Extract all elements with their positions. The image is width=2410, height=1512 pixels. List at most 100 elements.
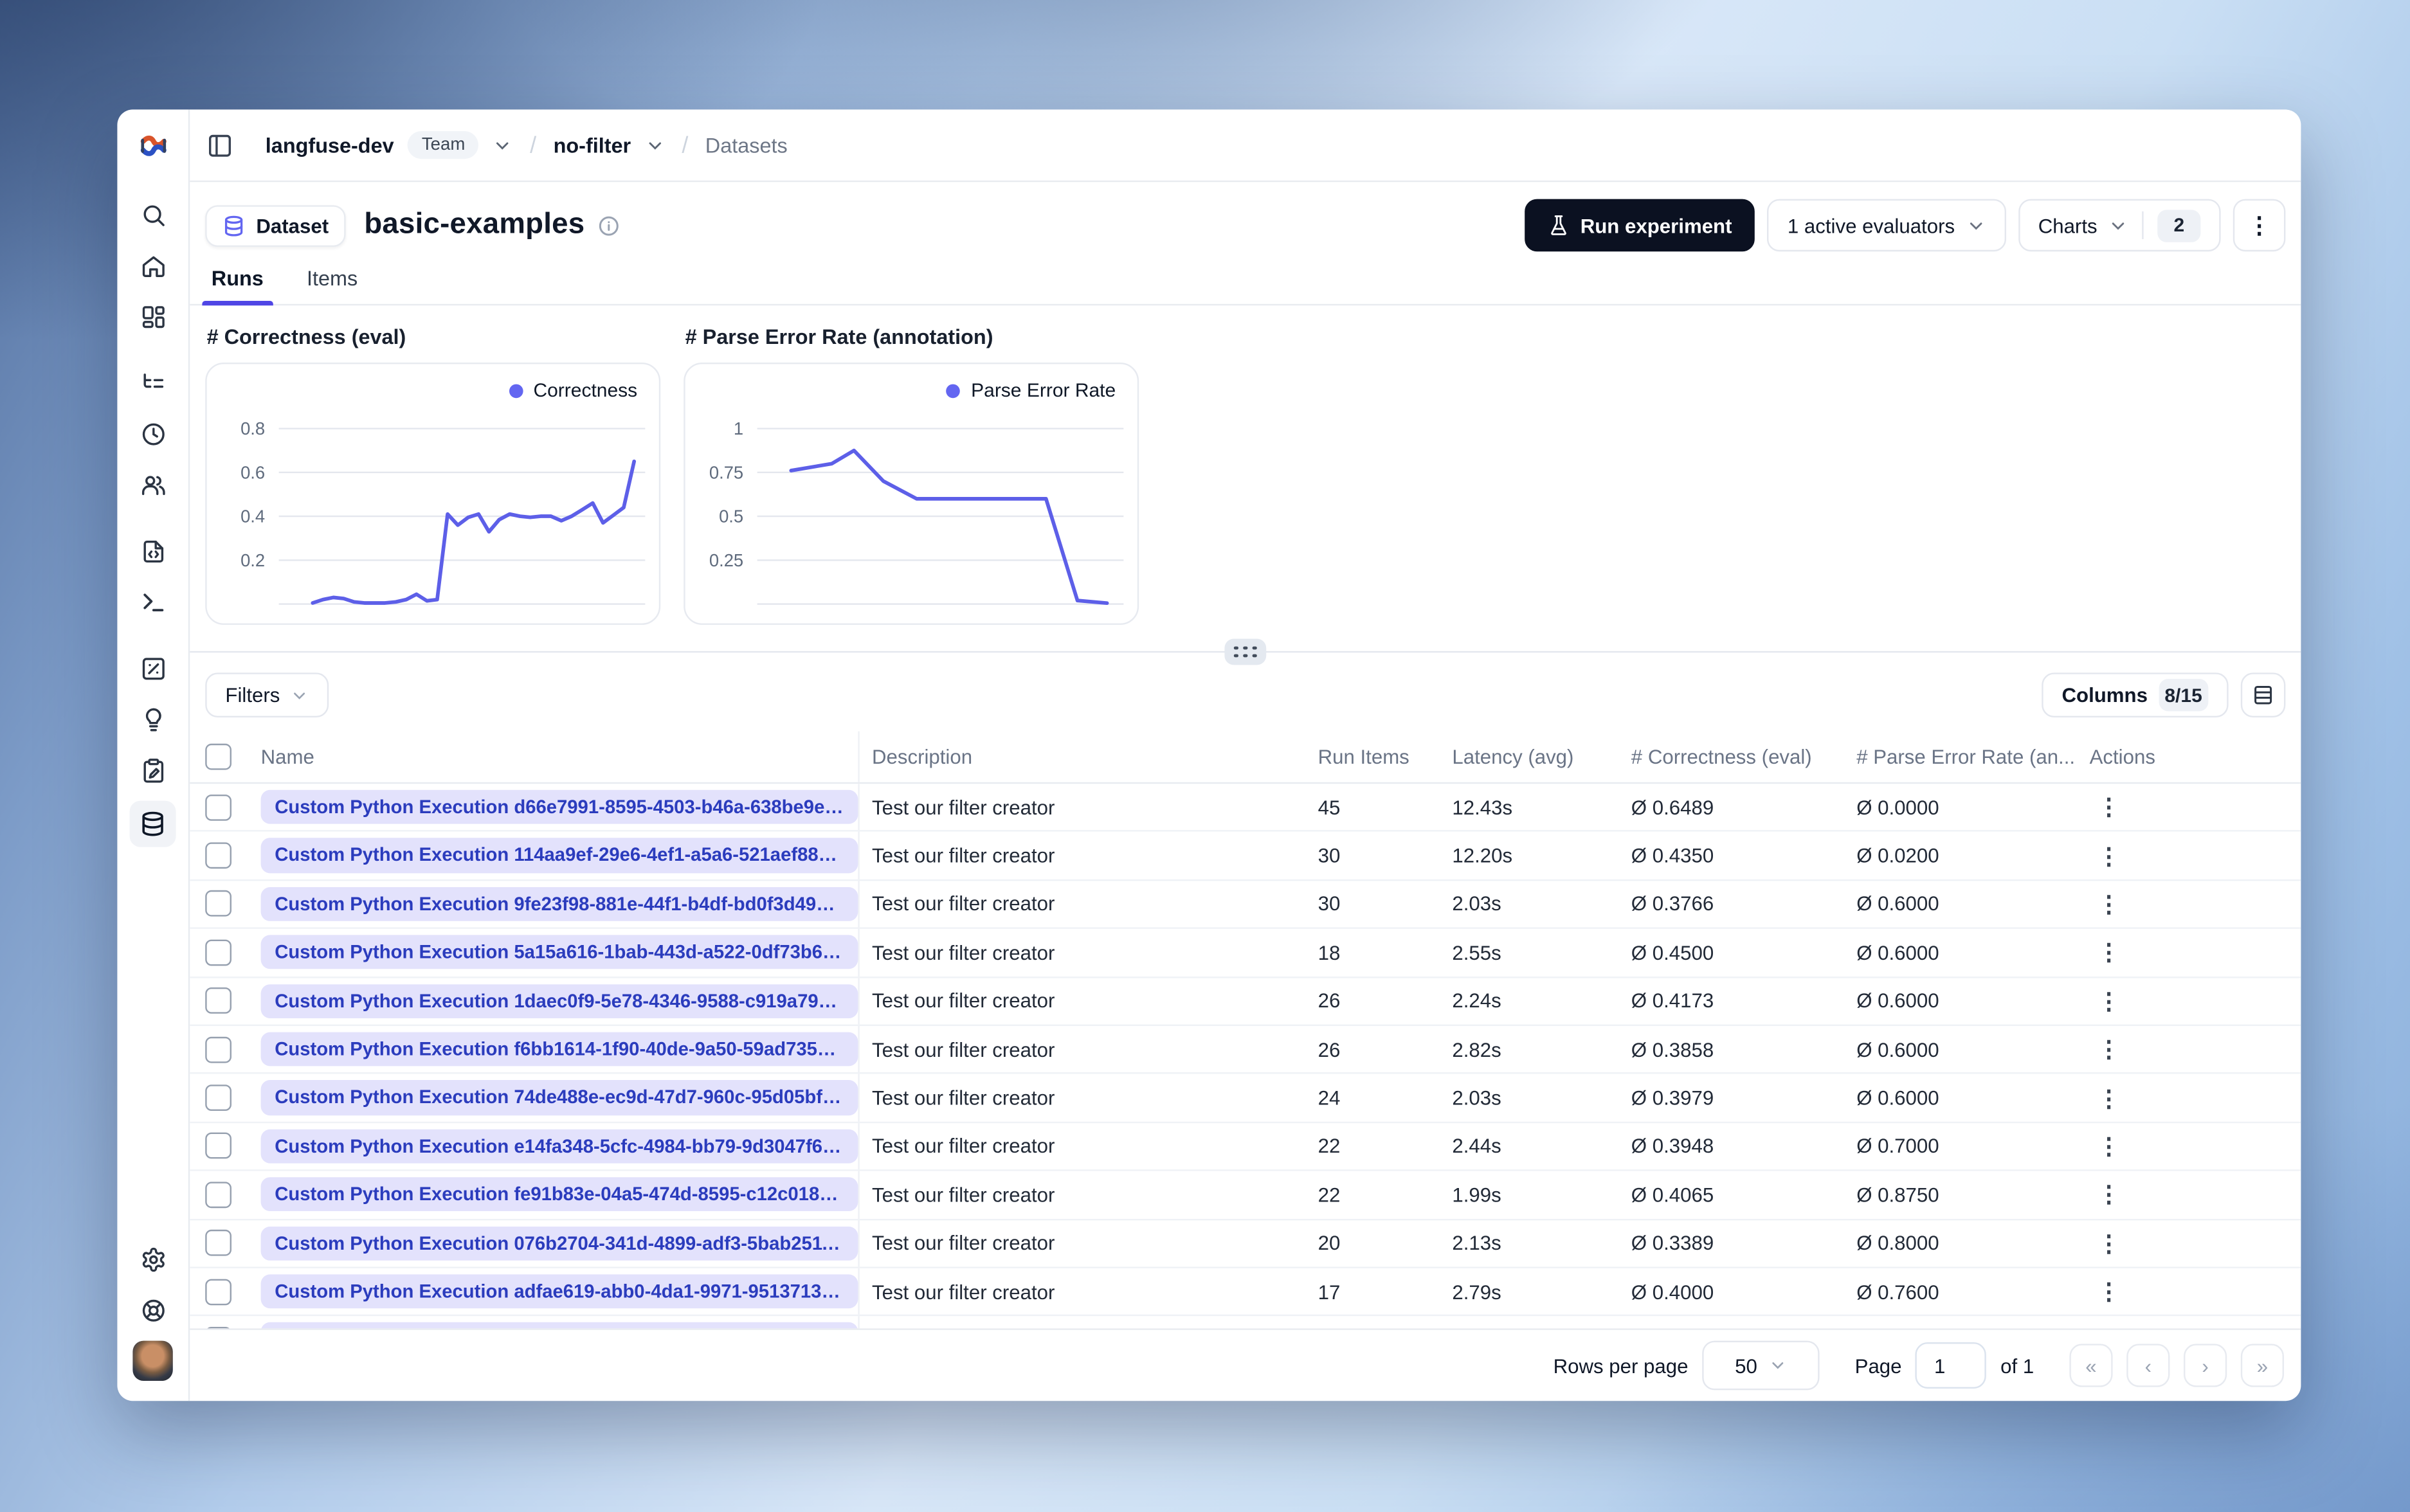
dataset-entity-pill: Dataset xyxy=(205,204,346,246)
run-description: Test our filter creator xyxy=(872,795,1055,819)
row-checkbox[interactable] xyxy=(205,842,231,869)
table-row[interactable]: Custom Python Execution fe91b83e-04a5-47… xyxy=(190,1171,2301,1220)
run-description: Test our filter creator xyxy=(872,843,1055,867)
last-page-button[interactable]: » xyxy=(2240,1344,2285,1387)
page-number-input[interactable] xyxy=(1916,1342,1987,1389)
project-name[interactable]: no-filter xyxy=(554,134,631,157)
prompts-icon[interactable] xyxy=(132,531,172,571)
columns-button[interactable]: Columns 8/15 xyxy=(2042,672,2229,717)
table-row[interactable]: Custom Python Execution 9fe23f98-881e-44… xyxy=(190,880,2301,930)
tab-items[interactable]: Items xyxy=(304,259,361,304)
run-name-link[interactable]: Custom Python Execution 9fe23f98-881e-44… xyxy=(260,887,858,921)
row-checkbox[interactable] xyxy=(205,1036,231,1063)
run-name-link[interactable]: Custom Python Execution 5a15a616-1bab-44… xyxy=(260,935,858,970)
table-row[interactable]: Custom Python Execution 1daec0f9-5e78-43… xyxy=(190,977,2301,1026)
table-row[interactable]: Custom Python Execution 5a15a616-1bab-44… xyxy=(190,929,2301,978)
resize-drag-handle[interactable] xyxy=(1224,638,1267,665)
row-checkbox[interactable] xyxy=(205,939,231,966)
row-actions-menu[interactable]: ⋮ xyxy=(2083,1178,2134,1212)
row-checkbox[interactable] xyxy=(205,1181,231,1208)
run-name-link[interactable]: Custom Python Execution 1daec0f9-5e78-43… xyxy=(260,984,858,1018)
row-actions-menu[interactable]: ⋮ xyxy=(2083,935,2134,969)
table-row[interactable]: Custom Python Execution 076b2704-341d-48… xyxy=(190,1220,2301,1268)
table-row[interactable]: Custom Python Execution 114aa9ef-29e6-4e… xyxy=(190,832,2301,881)
row-checkbox[interactable] xyxy=(205,1278,231,1305)
row-checkbox[interactable] xyxy=(205,1084,231,1112)
latency-value: 2.82s xyxy=(1452,1038,1501,1061)
active-evaluators-button[interactable]: 1 active evaluators xyxy=(1767,199,2006,252)
playground-icon[interactable] xyxy=(132,582,172,622)
row-actions-menu[interactable]: ⋮ xyxy=(2083,839,2134,873)
page-actions-menu[interactable]: ⋮ xyxy=(2233,199,2286,252)
app-window: langfuse-dev Team / no-filter / Datasets xyxy=(117,109,2301,1401)
sidebar-toggle-icon[interactable] xyxy=(207,132,233,158)
row-actions-menu[interactable]: ⋮ xyxy=(2083,1081,2134,1115)
row-checkbox[interactable] xyxy=(205,890,231,917)
row-actions-menu[interactable]: ⋮ xyxy=(2083,1275,2134,1309)
table-header-row: Name Description Run Items Latency (avg)… xyxy=(190,731,2301,784)
run-name-link[interactable]: Custom Python Execution d66e7991-8595-45… xyxy=(260,790,858,825)
chevron-down-icon[interactable] xyxy=(493,135,513,155)
run-name-link[interactable]: Custom Python Execution 114aa9ef-29e6-4e… xyxy=(260,838,858,873)
row-actions-menu[interactable]: ⋮ xyxy=(2083,887,2134,921)
scores-icon[interactable] xyxy=(132,648,172,688)
run-name-link[interactable]: Custom Python Execution 371f531c-abff-4d… xyxy=(260,1322,858,1329)
users-icon[interactable] xyxy=(132,464,172,504)
info-icon[interactable] xyxy=(597,213,621,237)
latency-value: 1.99s xyxy=(1452,1183,1501,1207)
settings-icon[interactable] xyxy=(132,1239,172,1279)
table-row[interactable]: Custom Python Execution d66e7991-8595-45… xyxy=(190,784,2301,833)
run-experiment-button[interactable]: Run experiment xyxy=(1525,199,1755,252)
run-name-link[interactable]: Custom Python Execution 74de488e-ec9d-47… xyxy=(260,1081,858,1115)
first-page-button[interactable]: « xyxy=(2069,1344,2113,1387)
run-name-link[interactable]: Custom Python Execution 076b2704-341d-48… xyxy=(260,1226,858,1261)
row-actions-menu[interactable]: ⋮ xyxy=(2083,790,2134,824)
tab-runs[interactable]: Runs xyxy=(202,259,273,306)
table-row[interactable]: Custom Python Execution 371f531c-abff-4d… xyxy=(190,1316,2301,1329)
row-checkbox[interactable] xyxy=(205,987,231,1014)
row-checkbox[interactable] xyxy=(205,794,231,821)
filters-button[interactable]: Filters xyxy=(205,672,330,717)
charts-toggle-button[interactable]: Charts 2 xyxy=(2018,199,2221,252)
chevron-down-icon[interactable] xyxy=(645,135,665,155)
row-height-button[interactable] xyxy=(2240,672,2286,717)
run-name-link[interactable]: Custom Python Execution fe91b83e-04a5-47… xyxy=(260,1177,858,1212)
row-actions-menu[interactable]: ⋮ xyxy=(2083,1226,2134,1260)
run-items-value: 30 xyxy=(1318,843,1341,867)
annotation-icon[interactable] xyxy=(132,750,172,789)
run-description: Test our filter creator xyxy=(872,892,1055,916)
dashboard-icon[interactable] xyxy=(132,296,172,336)
select-all-checkbox[interactable] xyxy=(205,743,231,770)
sessions-icon[interactable] xyxy=(132,413,172,453)
tracing-icon[interactable] xyxy=(132,363,172,402)
table-row[interactable]: Custom Python Execution f6bb1614-1f90-40… xyxy=(190,1025,2301,1075)
langfuse-logo-icon[interactable] xyxy=(134,127,172,165)
row-actions-menu[interactable]: ⋮ xyxy=(2083,1323,2134,1328)
row-actions-menu[interactable]: ⋮ xyxy=(2083,984,2134,1018)
table-row[interactable]: Custom Python Execution 74de488e-ec9d-47… xyxy=(190,1074,2301,1123)
user-avatar[interactable] xyxy=(132,1340,173,1381)
correctness-value: Ø 0.3979 xyxy=(1631,1086,1714,1110)
row-checkbox[interactable] xyxy=(205,1133,231,1160)
row-height-icon xyxy=(2254,685,2272,705)
support-icon[interactable] xyxy=(132,1290,172,1329)
table-row[interactable]: Custom Python Execution adfae619-abb0-4d… xyxy=(190,1268,2301,1317)
org-name[interactable]: langfuse-dev xyxy=(266,134,394,157)
home-icon[interactable] xyxy=(132,246,172,285)
datasets-icon[interactable] xyxy=(129,800,176,847)
correctness-value: Ø 0.6489 xyxy=(1631,795,1714,819)
run-name-link[interactable]: Custom Python Execution f6bb1614-1f90-40… xyxy=(260,1032,858,1067)
row-actions-menu[interactable]: ⋮ xyxy=(2083,1032,2134,1066)
run-name-link[interactable]: Custom Python Execution e14fa348-5cfc-49… xyxy=(260,1129,858,1164)
row-checkbox[interactable] xyxy=(205,1230,231,1257)
breadcrumb-section[interactable]: Datasets xyxy=(705,134,788,157)
insights-icon[interactable] xyxy=(132,699,172,739)
search-icon[interactable] xyxy=(132,194,172,234)
correctness-value: Ø 0.4000 xyxy=(1631,1280,1714,1304)
row-actions-menu[interactable]: ⋮ xyxy=(2083,1130,2134,1164)
run-name-link[interactable]: Custom Python Execution adfae619-abb0-4d… xyxy=(260,1274,858,1309)
next-page-button[interactable]: › xyxy=(2184,1344,2227,1387)
rows-per-page-select[interactable]: 50 xyxy=(1702,1340,1820,1390)
table-row[interactable]: Custom Python Execution e14fa348-5cfc-49… xyxy=(190,1122,2301,1171)
prev-page-button[interactable]: ‹ xyxy=(2126,1344,2170,1387)
